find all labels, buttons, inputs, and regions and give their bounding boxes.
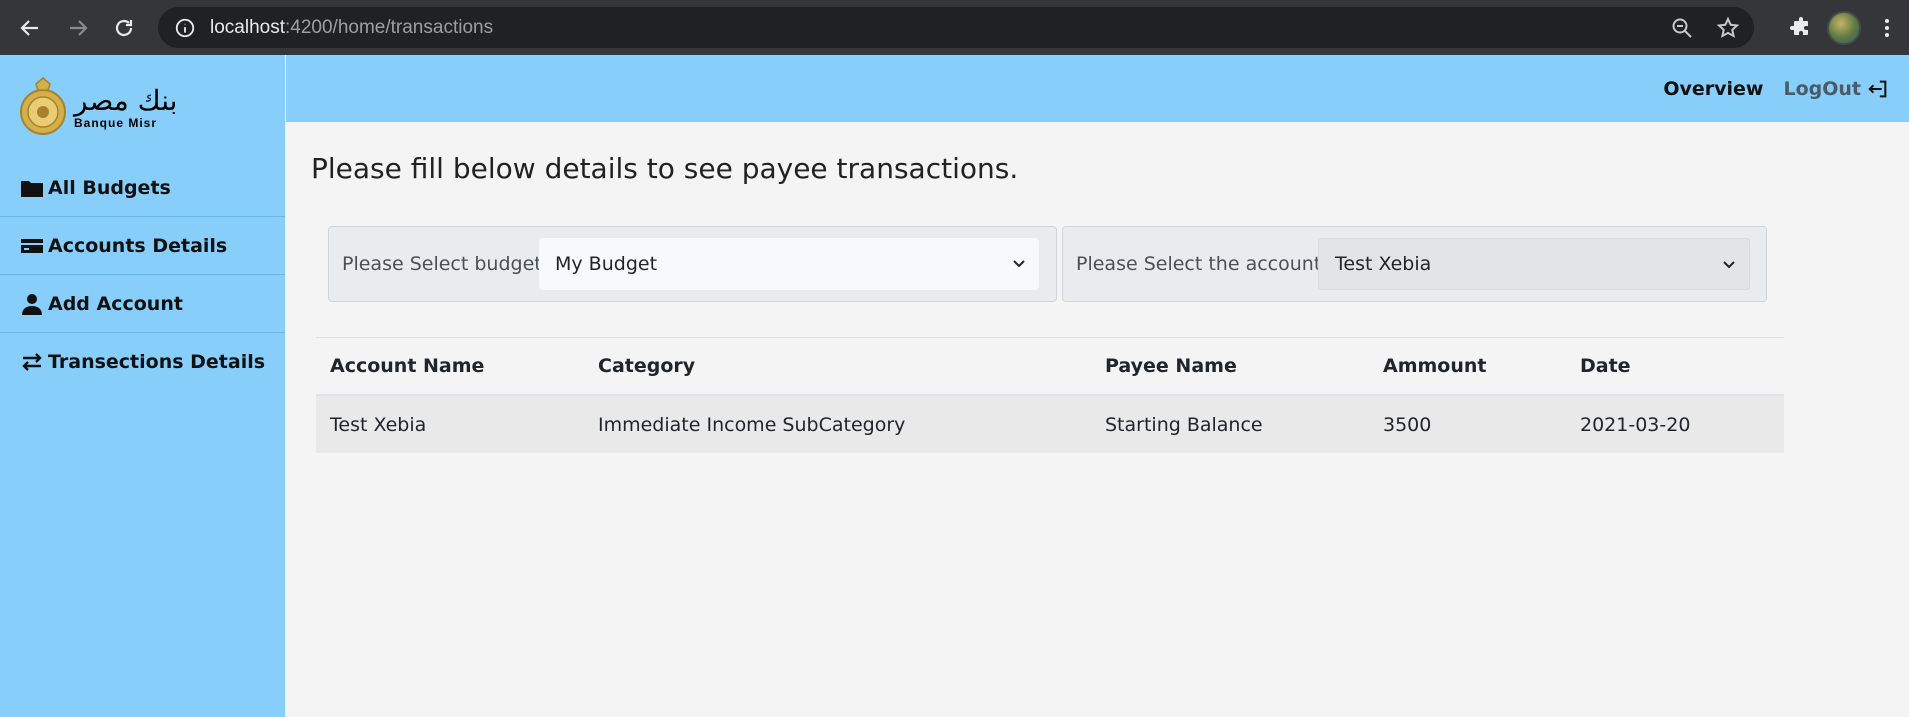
exchange-arrows-icon (22, 353, 42, 371)
url-host: localhost (210, 16, 285, 38)
address-bar[interactable]: localhost:4200/home/transactions (158, 7, 1754, 48)
column-header-date: Date (1580, 355, 1631, 377)
arrow-right-icon (70, 19, 88, 36)
account-select-group: Please Select the account : Test Xebia (1062, 226, 1767, 302)
sidebar-item-label: Add Account (48, 292, 183, 315)
cell-category: Immediate Income SubCategory (598, 413, 906, 436)
transactions-table: Account Name Category Payee Name Ammount… (316, 337, 1784, 453)
brand-arabic: بنك مصر (74, 84, 178, 117)
sidebar-item-all-budgets[interactable]: All Budgets (0, 159, 285, 217)
brand-latin: Banque Misr (74, 116, 158, 130)
sidebar-item-add-account[interactable]: Add Account (0, 275, 285, 333)
brand-logo[interactable]: بنك مصر Banque Misr (18, 75, 188, 141)
profile-avatar[interactable] (1827, 10, 1861, 45)
budget-select-value: My Budget (555, 253, 658, 275)
reload-button[interactable] (104, 8, 144, 48)
cell-date: 2021-03-20 (1580, 413, 1691, 436)
sidebar-menu: All Budgets Accounts Details Add Account… (0, 159, 285, 391)
url-path: :4200/home/transactions (285, 16, 494, 38)
star-icon[interactable] (1716, 16, 1740, 40)
sidebar-item-label: Transections Details (48, 351, 266, 373)
credit-card-icon (21, 238, 43, 253)
extensions-puzzle-icon[interactable] (1789, 16, 1813, 40)
account-select-label: Please Select the account : (1076, 253, 1334, 275)
page-heading: Please fill below details to see payee t… (311, 152, 1019, 185)
logout-link[interactable]: LogOut (1783, 78, 1889, 100)
budget-select[interactable]: My Budget (539, 238, 1039, 290)
account-select[interactable]: Test Xebia (1318, 238, 1750, 290)
sidebar: بنك مصر Banque Misr All Budgets Accounts… (0, 55, 285, 717)
column-header-category: Category (598, 355, 696, 377)
browser-toolbar: localhost:4200/home/transactions (0, 0, 1909, 55)
user-icon (22, 293, 42, 315)
overview-link[interactable]: Overview (1663, 78, 1763, 100)
sidebar-item-label: Accounts Details (48, 234, 228, 257)
folder-icon (21, 180, 43, 197)
forward-button[interactable] (58, 8, 98, 48)
back-button[interactable] (10, 8, 50, 48)
arrow-left-icon (20, 19, 38, 36)
column-header-amount: Ammount (1383, 355, 1487, 377)
bank-emblem-icon (20, 77, 66, 135)
logout-label: LogOut (1783, 77, 1861, 100)
cell-account-name: Test Xebia (330, 413, 427, 436)
zoom-out-icon[interactable] (1670, 16, 1694, 40)
chevron-down-icon (1013, 260, 1025, 268)
column-header-payee-name: Payee Name (1105, 355, 1237, 377)
column-header-account-name: Account Name (330, 355, 485, 377)
url-text: localhost:4200/home/transactions (210, 17, 493, 39)
account-select-value: Test Xebia (1335, 253, 1432, 275)
chevron-down-icon (1723, 261, 1735, 269)
budget-select-label: Please Select budget: (342, 253, 549, 275)
table-row: Test Xebia Immediate Income SubCategory … (316, 396, 1784, 453)
sidebar-item-transections-details[interactable]: Transections Details (0, 333, 285, 391)
budget-select-group: Please Select budget: My Budget (328, 226, 1057, 302)
reload-icon (115, 19, 133, 36)
logout-icon (1868, 80, 1887, 97)
cell-payee-name: Starting Balance (1105, 413, 1263, 436)
top-header: Overview LogOut (286, 55, 1909, 122)
kebab-menu-icon[interactable] (1875, 16, 1899, 40)
info-icon[interactable] (174, 17, 196, 39)
sidebar-item-accounts-details[interactable]: Accounts Details (0, 217, 285, 275)
sidebar-item-label: All Budgets (48, 176, 171, 199)
cell-amount: 3500 (1383, 413, 1432, 436)
table-header-row: Account Name Category Payee Name Ammount… (316, 338, 1784, 396)
